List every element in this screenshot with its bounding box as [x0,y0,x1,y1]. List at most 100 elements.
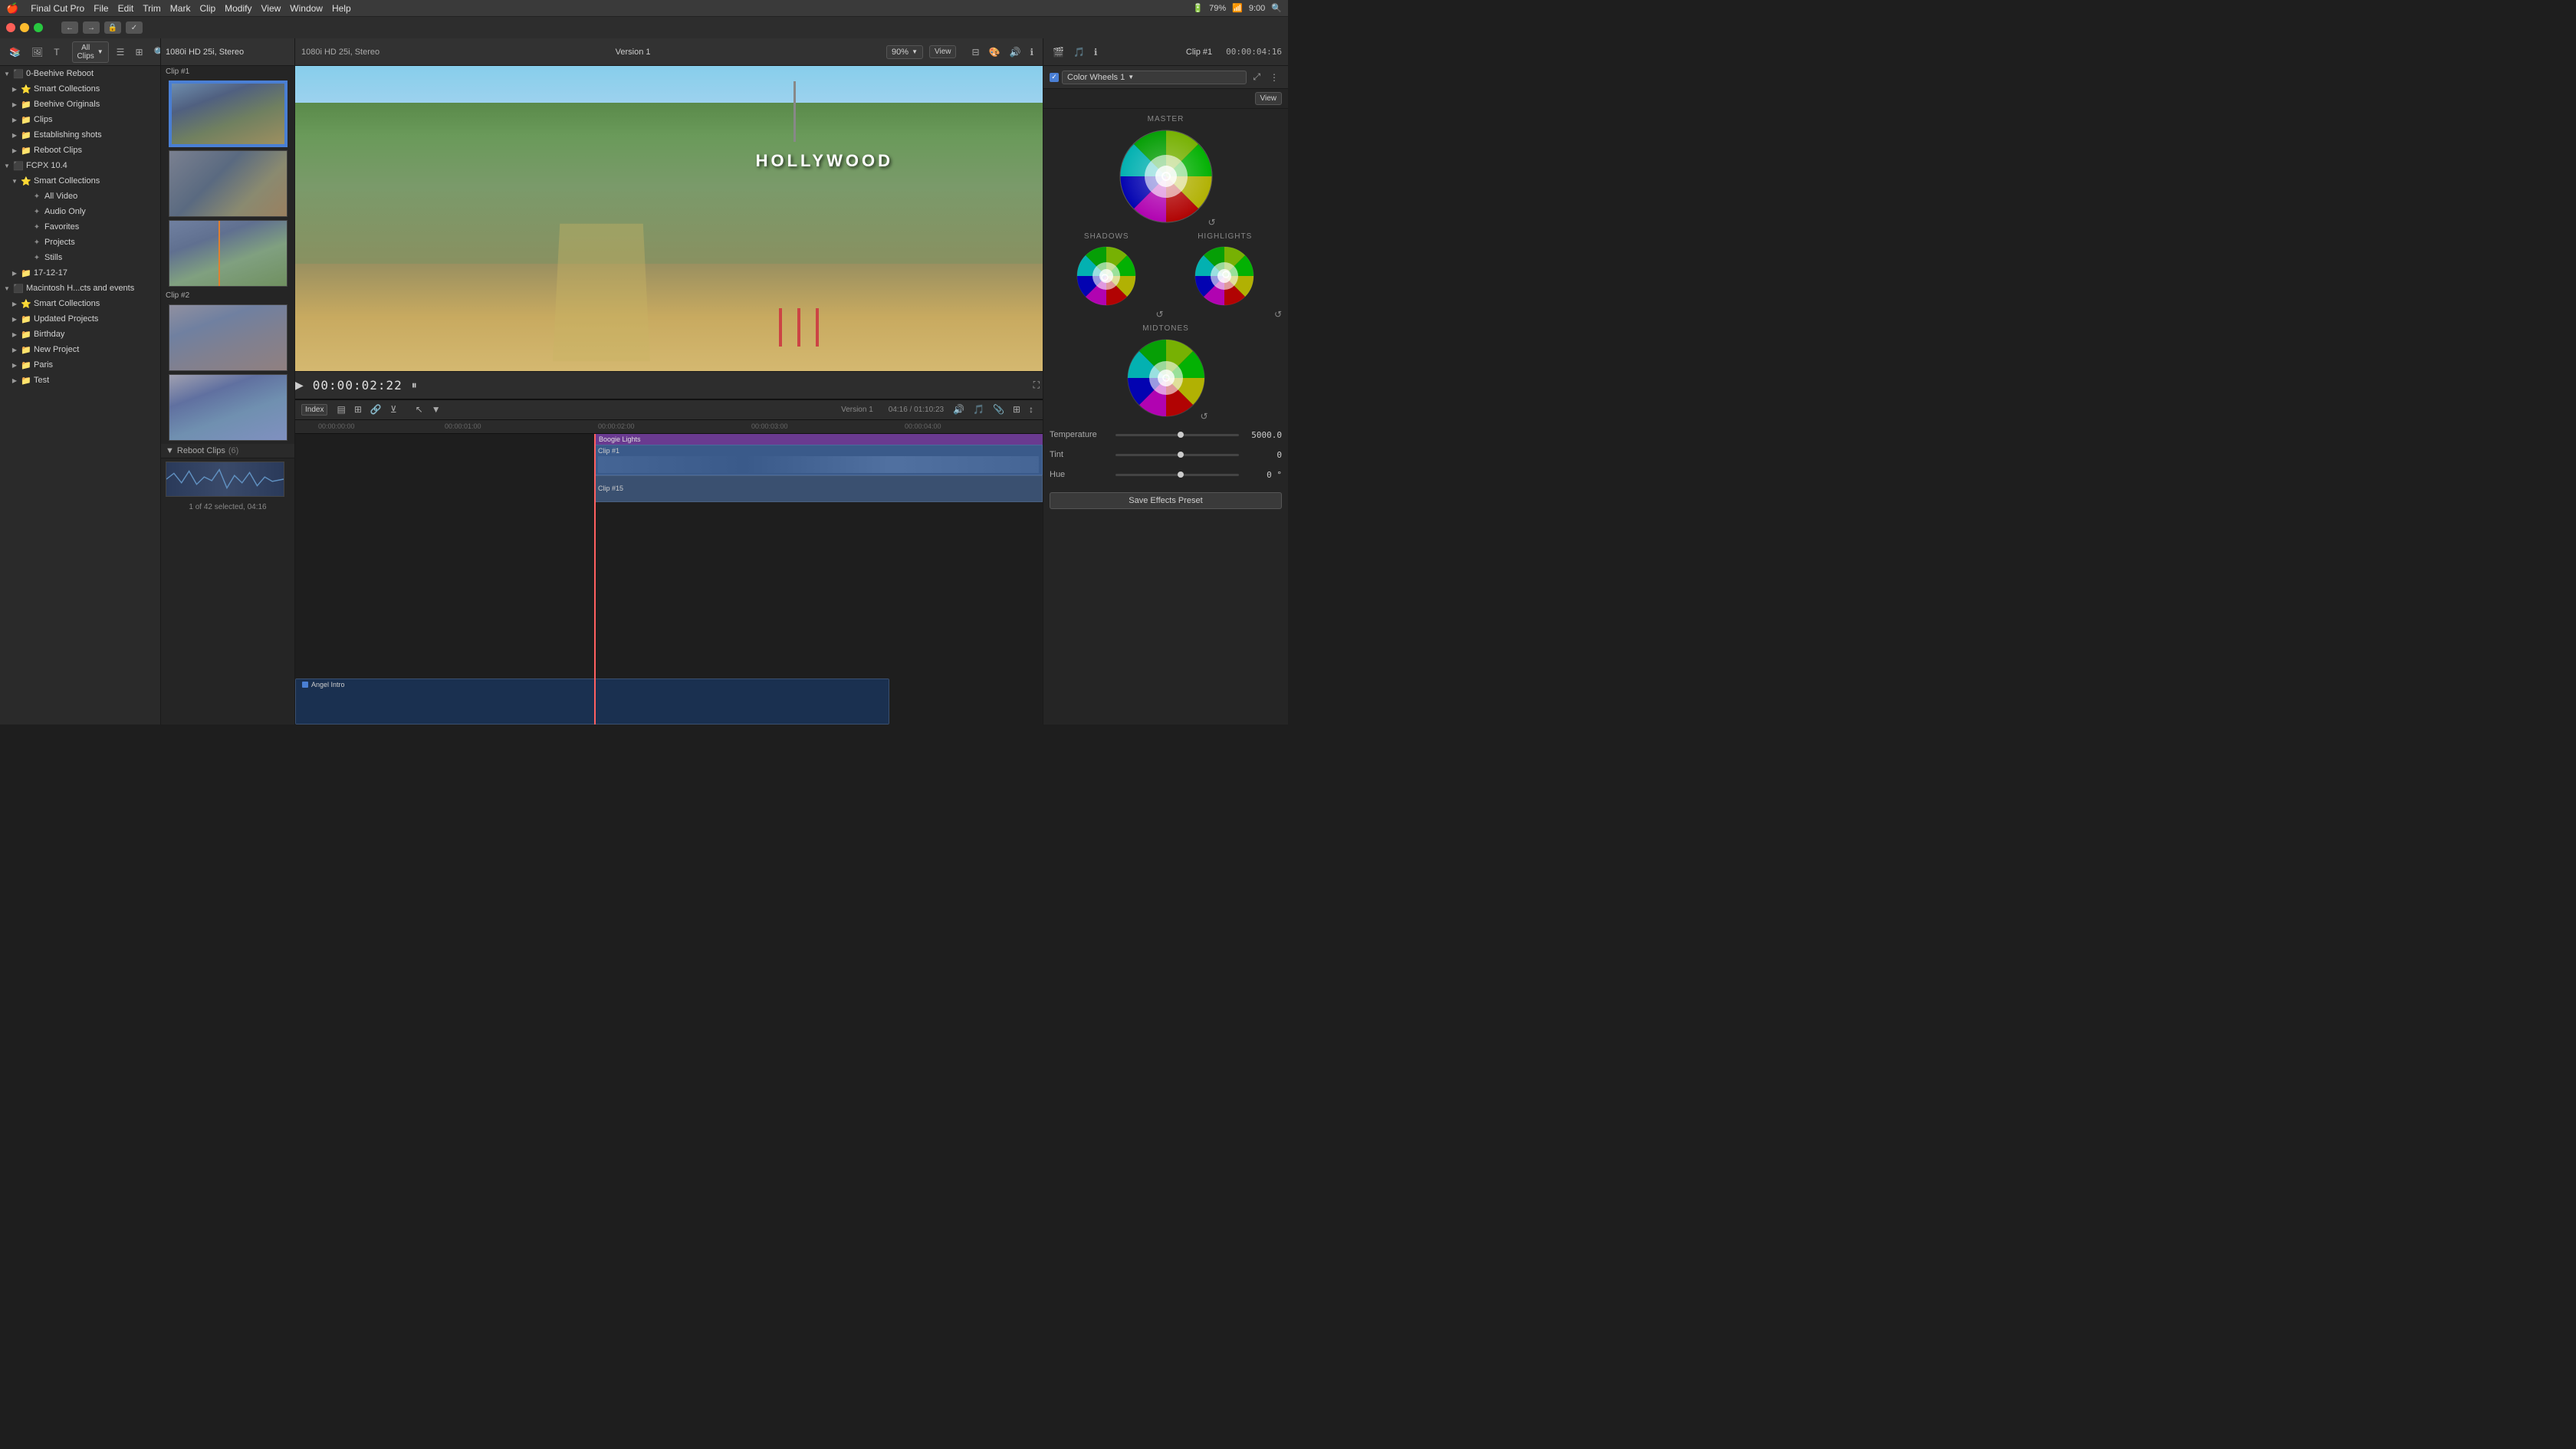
sidebar-item-projects[interactable]: ✦ Projects [0,235,160,250]
shadows-reset-button[interactable]: ↺ [1155,309,1163,320]
sidebar-item-audio-only[interactable]: ✦ Audio Only [0,204,160,219]
angel-intro-track[interactable]: // We'll render frames via CSS Angel Int… [295,678,889,724]
sidebar-item-17-12-17[interactable]: 📁 17-12-17 [0,265,160,281]
sidebar-item-clips[interactable]: 📁 Clips [0,112,160,127]
menu-item-mark[interactable]: Mark [170,3,191,14]
sidebar-item-establishing-shots[interactable]: 📁 Establishing shots [0,127,160,143]
sidebar-item-fcpx-104[interactable]: ⬛ FCPX 10.4 [0,158,160,173]
apple-logo-icon[interactable]: 🍎 [6,2,18,15]
back-button[interactable]: ← [61,21,78,34]
view-button[interactable]: View [929,45,957,58]
inspector-info-icon[interactable]: ℹ [1091,45,1101,59]
color-view-button[interactable]: View [1255,92,1283,105]
menu-item-window[interactable]: Window [290,3,323,14]
sidebar-item-paris[interactable]: 📁 Paris [0,357,160,373]
all-clips-dropdown[interactable]: All Clips [72,41,109,63]
save-effects-preset-button[interactable]: Save Effects Preset [1050,492,1282,509]
clip1-bar[interactable]: Clip #1 [594,445,1043,475]
minimize-button[interactable] [20,23,29,32]
sidebar-item-smart-collections-1[interactable]: ⭐ Smart Collections [0,81,160,97]
expand-icon[interactable]: ⤢ [1250,70,1263,84]
viewer-layout-icon[interactable]: ⊟ [968,45,982,59]
viewer-info-icon[interactable]: ℹ [1027,45,1037,59]
sidebar-item-macintosh-events[interactable]: ⬛ Macintosh H...cts and events [0,281,160,296]
menu-item-modify[interactable]: Modify [225,3,251,14]
inspector-audio-icon[interactable]: 🎵 [1070,45,1088,59]
menu-item-help[interactable]: Help [332,3,351,14]
forward-button[interactable]: → [83,21,100,34]
sidebar-titles-icon[interactable]: T [51,45,62,59]
fullscreen-button[interactable] [34,23,43,32]
menu-item-fcp[interactable]: Final Cut Pro [31,3,84,14]
sidebar-item-reboot-clips[interactable]: 📁 Reboot Clips [0,143,160,158]
select-tool-icon[interactable]: ↖ [412,402,426,416]
select-dropdown[interactable]: ▼ [429,402,444,416]
midtones-wheel-container[interactable]: ↺ [1124,336,1208,420]
more-options-icon[interactable]: ⋮ [1267,71,1282,84]
check-button[interactable]: ✓ [126,21,143,34]
menu-item-file[interactable]: File [94,3,108,14]
sidebar-item-smart-collections-2[interactable]: ⭐ Smart Collections [0,173,160,189]
filmstrip-view-icon[interactable]: ⊞ [132,45,146,59]
clip-thumbnail-1[interactable] [169,80,288,147]
hue-slider[interactable] [1116,474,1239,476]
menu-item-clip[interactable]: Clip [199,3,215,14]
sidebar-item-test[interactable]: 📁 Test [0,373,160,388]
search-icon[interactable]: 🔍 [151,45,162,59]
color-wheels-dropdown[interactable]: Color Wheels 1 [1062,71,1247,84]
temperature-thumb [1178,432,1184,438]
timeline-options-icon[interactable]: ⊻ [387,402,400,416]
reboot-clip-thumbnail[interactable] [166,462,284,497]
close-button[interactable] [6,23,15,32]
clip-thumbnail-2[interactable] [169,150,288,217]
timeline-grid-icon[interactable]: ⊞ [351,402,365,416]
sidebar-library-icon[interactable]: 📚 [6,45,24,59]
spotlight-icon[interactable]: 🔍 [1271,3,1282,13]
timeline-link-icon[interactable]: 🔗 [367,402,385,416]
viewer-color-icon[interactable]: 🎨 [986,45,1004,59]
sidebar-item-beehive-originals[interactable]: 📁 Beehive Originals [0,97,160,112]
temperature-slider[interactable] [1116,434,1239,436]
highlights-reset-button[interactable]: ↺ [1274,309,1282,320]
timeline-more-icon[interactable]: ⊞ [1010,402,1024,416]
menu-item-view[interactable]: View [261,3,281,14]
menu-item-trim[interactable]: Trim [143,3,161,14]
loop-button[interactable]: ⏸ [412,379,417,392]
master-wheel-container[interactable]: ↺ [1116,127,1216,226]
timeline-clip-icon[interactable]: 📎 [990,402,1007,416]
sidebar-item-smart-collections-3[interactable]: ⭐ Smart Collections [0,296,160,311]
sidebar-item-updated-projects[interactable]: 📁 Updated Projects [0,311,160,327]
clip-thumbnail-5[interactable] [169,374,288,441]
sidebar-item-0beehive-reboot[interactable]: ⬛ 0-Beehive Reboot [0,66,160,81]
timeline-zoom-icon[interactable]: 🔊 [950,402,968,416]
highlights-wheel-container[interactable] [1192,244,1257,309]
midtones-reset-button[interactable]: ↺ [1200,411,1208,422]
sidebar-item-birthday[interactable]: 📁 Birthday [0,327,160,342]
timeline-expand-icon[interactable]: ↕ [1026,402,1037,416]
sidebar-item-stills[interactable]: ✦ Stills [0,250,160,265]
zoom-dropdown[interactable]: 90% [886,45,923,59]
sidebar-item-new-project[interactable]: 📁 New Project [0,342,160,357]
menu-item-edit[interactable]: Edit [118,3,134,14]
shadows-wheel-container[interactable] [1074,244,1139,309]
index-button[interactable]: Index [301,404,327,416]
inspector-video-icon[interactable]: 🎬 [1050,45,1067,59]
tint-slider[interactable] [1116,454,1239,456]
fullscreen-icon[interactable]: ⛶ [1030,378,1043,393]
folder-icon: 📁 [21,99,31,110]
list-view-icon[interactable]: ☰ [113,45,128,59]
play-button[interactable]: ▶ [295,379,304,392]
sidebar-photos-icon[interactable]: 🖼 [28,45,46,59]
master-reset-button[interactable]: ↺ [1208,217,1215,228]
clip-thumbnail-3[interactable] [169,220,288,287]
viewer-audio-icon[interactable]: 🔊 [1007,45,1024,59]
lock-button[interactable]: 🔒 [104,21,121,34]
clip-thumbnail-4[interactable] [169,304,288,371]
clip15-bar[interactable]: Clip #15 [594,475,1043,502]
color-wheels-checkbox[interactable]: ✓ [1050,73,1059,82]
timeline-snap-icon[interactable]: 🎵 [970,402,987,416]
sidebar-item-favorites[interactable]: ✦ Favorites [0,219,160,235]
sidebar-item-all-video[interactable]: ✦ All Video [0,189,160,204]
timeline-list-icon[interactable]: ▤ [334,402,348,416]
reboot-clips-header[interactable]: ▼ Reboot Clips (6) [161,444,294,458]
